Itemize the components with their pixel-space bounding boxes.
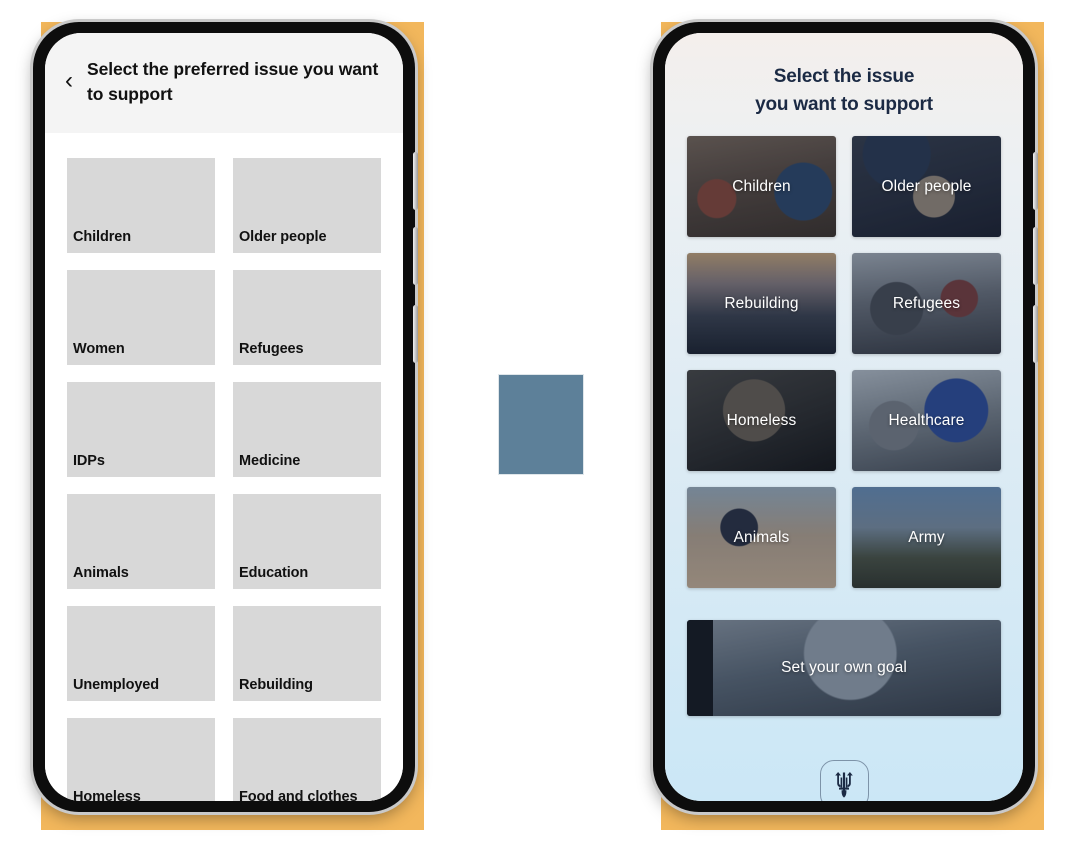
issue-card-label: Education <box>239 564 309 581</box>
phone-side-button-power[interactable] <box>1033 305 1038 363</box>
ukraine-trident-logo-button[interactable] <box>819 760 869 801</box>
issue-card[interactable]: Medicine <box>233 381 381 477</box>
issue-card[interactable]: Rebuilding <box>233 605 381 701</box>
issue-selection-page: Select the issue you want to support Chi… <box>665 33 1023 801</box>
issue-tile[interactable]: Animals <box>687 487 836 589</box>
image-placeholder-block <box>498 374 584 475</box>
page-title-line-1: Select the issue <box>773 66 915 87</box>
issue-tile[interactable]: Refugees <box>852 253 1001 355</box>
issue-card[interactable]: Animals <box>67 493 215 589</box>
issue-tile[interactable]: Older people <box>852 136 1001 238</box>
issue-tile[interactable]: Healthcare <box>852 370 1001 472</box>
issue-tile[interactable]: Homeless <box>687 370 836 472</box>
issue-card[interactable]: Older people <box>233 157 381 253</box>
screen-wireframe: ‹ Select the preferred issue you want to… <box>45 33 403 801</box>
issue-tile-label: Children <box>732 177 791 195</box>
issue-tile[interactable]: Army <box>852 487 1001 589</box>
issue-card[interactable]: Unemployed <box>67 605 215 701</box>
phone-side-button-volume-up[interactable] <box>413 152 418 210</box>
wireframe-issue-grid: Children Older people Women Refugees IDPs Med… <box>45 132 403 801</box>
issue-card-label: IDPs <box>73 452 105 469</box>
phone-side-button-volume-down[interactable] <box>1033 227 1038 285</box>
page-title: Select the preferred issue you want to s… <box>87 59 379 104</box>
issue-card-label: Food and clothes <box>239 788 358 801</box>
issue-card[interactable]: Women <box>67 269 215 365</box>
issue-card-label: Homeless <box>73 788 141 801</box>
issue-card-label: Animals <box>73 564 129 581</box>
issue-card-label: Children <box>73 228 132 245</box>
page-title-line-2: you want to support <box>755 93 933 115</box>
issue-tile-label: Homeless <box>726 411 797 429</box>
issue-card-label: Women <box>73 340 125 357</box>
phone-side-button-volume-down[interactable] <box>413 227 418 285</box>
issue-card[interactable]: Food and clothes <box>233 717 381 801</box>
issue-card[interactable]: Education <box>233 493 381 589</box>
issue-card[interactable]: Refugees <box>233 269 381 365</box>
issue-tile[interactable]: Children <box>687 136 836 238</box>
logo-area <box>665 716 1023 801</box>
issue-tile-label: Rebuilding <box>724 294 799 312</box>
issue-tile-label: Older people <box>881 177 972 195</box>
issue-card-label: Medicine <box>239 452 301 469</box>
issue-card-label: Unemployed <box>73 676 160 693</box>
issue-card[interactable]: IDPs <box>67 381 215 477</box>
issue-tile-grid: Children Older people Rebuilding Refugees Ho… <box>665 136 1023 717</box>
issue-tile-label: Army <box>908 528 945 546</box>
issue-tile-label: Animals <box>733 528 790 546</box>
set-own-goal-label: Set your own goal <box>781 659 907 677</box>
issue-card[interactable]: Children <box>67 157 215 253</box>
issue-tile-label: Healthcare <box>888 411 965 429</box>
wireframe-header: ‹ Select the preferred issue you want to… <box>45 33 403 133</box>
trident-icon <box>835 771 853 798</box>
issue-tile[interactable]: Rebuilding <box>687 253 836 355</box>
phone-mockup-highfidelity: Select the issue you want to support Chi… <box>653 22 1038 812</box>
screen-highfidelity: Select the issue you want to support Chi… <box>665 33 1023 801</box>
issue-card-label: Refugees <box>239 340 304 357</box>
set-own-goal-tile[interactable]: Set your own goal <box>687 620 1001 717</box>
phone-side-button-volume-up[interactable] <box>1033 152 1038 210</box>
phone-mockup-wireframe: ‹ Select the preferred issue you want to… <box>33 22 418 812</box>
issue-card[interactable]: Homeless <box>67 717 215 801</box>
issue-card-label: Older people <box>239 228 327 245</box>
page-title: Select the issue you want to support <box>665 33 1023 136</box>
issue-card-label: Rebuilding <box>239 676 313 693</box>
phone-side-button-power[interactable] <box>413 305 418 363</box>
back-chevron-icon[interactable]: ‹ <box>65 68 73 95</box>
issue-tile-label: Refugees <box>892 294 961 312</box>
